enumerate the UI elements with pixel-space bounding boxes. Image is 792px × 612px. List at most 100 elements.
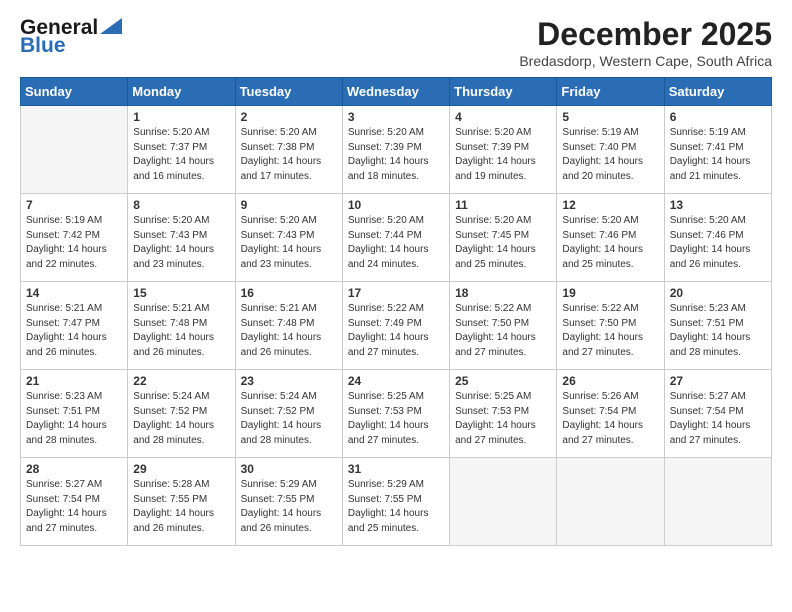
day-info: Sunrise: 5:27 AM Sunset: 7:54 PM Dayligh… xyxy=(670,390,766,448)
calendar-cell: 14 Sunrise: 5:21 AM Sunset: 7:47 PM Dayli… xyxy=(21,282,128,370)
calendar-cell: 25 Sunrise: 5:25 AM Sunset: 7:53 PM Dayli… xyxy=(450,370,557,458)
day-number: 4 xyxy=(455,110,551,124)
day-header-tuesday: Tuesday xyxy=(235,78,342,106)
day-info: Sunrise: 5:25 AM Sunset: 7:53 PM Dayligh… xyxy=(348,390,444,448)
day-header-wednesday: Wednesday xyxy=(342,78,449,106)
day-info: Sunrise: 5:20 AM Sunset: 7:44 PM Dayligh… xyxy=(348,214,444,272)
calendar-cell: 17Sunrise: 5:22 AM Sunset: 7:49 PM Dayli… xyxy=(342,282,449,370)
calendar-cell: 23 Sunrise: 5:24 AM Sunset: 7:52 PM Dayli… xyxy=(235,370,342,458)
day-info: Sunrise: 5:25 AM Sunset: 7:53 PM Dayligh… xyxy=(455,390,551,448)
calendar-cell: 24 Sunrise: 5:25 AM Sunset: 7:53 PM Dayli… xyxy=(342,370,449,458)
day-header-friday: Friday xyxy=(557,78,664,106)
day-info: Sunrise: 5:19 AM Sunset: 7:42 PM Dayligh… xyxy=(26,214,122,272)
day-info: Sunrise: 5:19 AM Sunset: 7:41 PM Dayligh… xyxy=(670,126,766,184)
day-info: Sunrise: 5:20 AM Sunset: 7:45 PM Dayligh… xyxy=(455,214,551,272)
day-number: 13 xyxy=(670,198,766,212)
day-info: Sunrise: 5:20 AM Sunset: 7:43 PM Dayligh… xyxy=(241,214,337,272)
calendar-cell: 31 Sunrise: 5:29 AM Sunset: 7:55 PM Dayli… xyxy=(342,458,449,546)
day-number: 23 xyxy=(241,374,337,388)
day-info: Sunrise: 5:22 AM Sunset: 7:50 PM Dayligh… xyxy=(455,302,551,360)
day-info: Sunrise: 5:29 AM Sunset: 7:55 PM Dayligh… xyxy=(348,478,444,536)
day-info: Sunrise: 5:22 AM Sunset: 7:50 PM Dayligh… xyxy=(562,302,658,360)
calendar-cell: 12Sunrise: 5:20 AM Sunset: 7:46 PM Dayli… xyxy=(557,194,664,282)
day-number: 5 xyxy=(562,110,658,124)
calendar-cell: 15Sunrise: 5:21 AM Sunset: 7:48 PM Dayli… xyxy=(128,282,235,370)
day-header-thursday: Thursday xyxy=(450,78,557,106)
calendar-cell xyxy=(557,458,664,546)
calendar-cell: 2 Sunrise: 5:20 AM Sunset: 7:38 PM Daylig… xyxy=(235,106,342,194)
day-info: Sunrise: 5:26 AM Sunset: 7:54 PM Dayligh… xyxy=(562,390,658,448)
day-info: Sunrise: 5:19 AM Sunset: 7:40 PM Dayligh… xyxy=(562,126,658,184)
calendar-week-5: 28 Sunrise: 5:27 AM Sunset: 7:54 PM Dayli… xyxy=(21,458,772,546)
day-number: 14 xyxy=(26,286,122,300)
calendar-cell: 13Sunrise: 5:20 AM Sunset: 7:46 PM Dayli… xyxy=(664,194,771,282)
day-number: 21 xyxy=(26,374,122,388)
calendar-cell: 19Sunrise: 5:22 AM Sunset: 7:50 PM Dayli… xyxy=(557,282,664,370)
day-number: 20 xyxy=(670,286,766,300)
calendar-cell xyxy=(450,458,557,546)
day-header-saturday: Saturday xyxy=(664,78,771,106)
day-number: 27 xyxy=(670,374,766,388)
calendar-header-row: SundayMondayTuesdayWednesdayThursdayFrid… xyxy=(21,78,772,106)
day-info: Sunrise: 5:24 AM Sunset: 7:52 PM Dayligh… xyxy=(133,390,229,448)
day-info: Sunrise: 5:28 AM Sunset: 7:55 PM Dayligh… xyxy=(133,478,229,536)
calendar-cell: 4 Sunrise: 5:20 AM Sunset: 7:39 PM Daylig… xyxy=(450,106,557,194)
day-number: 26 xyxy=(562,374,658,388)
day-number: 24 xyxy=(348,374,444,388)
day-number: 22 xyxy=(133,374,229,388)
calendar-cell: 8Sunrise: 5:20 AM Sunset: 7:43 PM Daylig… xyxy=(128,194,235,282)
day-info: Sunrise: 5:20 AM Sunset: 7:37 PM Dayligh… xyxy=(133,126,229,184)
calendar-cell: 29 Sunrise: 5:28 AM Sunset: 7:55 PM Dayli… xyxy=(128,458,235,546)
calendar-cell xyxy=(664,458,771,546)
calendar-week-1: 1 Sunrise: 5:20 AM Sunset: 7:37 PM Daylig… xyxy=(21,106,772,194)
calendar-cell: 26 Sunrise: 5:26 AM Sunset: 7:54 PM Dayli… xyxy=(557,370,664,458)
day-info: Sunrise: 5:22 AM Sunset: 7:49 PM Dayligh… xyxy=(348,302,444,360)
day-info: Sunrise: 5:29 AM Sunset: 7:55 PM Dayligh… xyxy=(241,478,337,536)
day-number: 8 xyxy=(133,198,229,212)
calendar-cell: 22 Sunrise: 5:24 AM Sunset: 7:52 PM Dayli… xyxy=(128,370,235,458)
day-number: 2 xyxy=(241,110,337,124)
day-info: Sunrise: 5:20 AM Sunset: 7:39 PM Dayligh… xyxy=(348,126,444,184)
day-number: 11 xyxy=(455,198,551,212)
day-info: Sunrise: 5:20 AM Sunset: 7:39 PM Dayligh… xyxy=(455,126,551,184)
calendar-cell: 18 Sunrise: 5:22 AM Sunset: 7:50 PM Dayli… xyxy=(450,282,557,370)
logo-blue: Blue xyxy=(20,34,66,58)
day-number: 31 xyxy=(348,462,444,476)
day-number: 9 xyxy=(241,198,337,212)
logo-icon xyxy=(100,18,122,34)
day-number: 16 xyxy=(241,286,337,300)
day-header-monday: Monday xyxy=(128,78,235,106)
day-number: 29 xyxy=(133,462,229,476)
calendar-cell: 28 Sunrise: 5:27 AM Sunset: 7:54 PM Dayli… xyxy=(21,458,128,546)
calendar-cell: 11 Sunrise: 5:20 AM Sunset: 7:45 PM Dayli… xyxy=(450,194,557,282)
day-info: Sunrise: 5:21 AM Sunset: 7:47 PM Dayligh… xyxy=(26,302,122,360)
day-number: 10 xyxy=(348,198,444,212)
day-info: Sunrise: 5:24 AM Sunset: 7:52 PM Dayligh… xyxy=(241,390,337,448)
day-info: Sunrise: 5:23 AM Sunset: 7:51 PM Dayligh… xyxy=(26,390,122,448)
day-number: 6 xyxy=(670,110,766,124)
calendar-cell: 5 Sunrise: 5:19 AM Sunset: 7:40 PM Daylig… xyxy=(557,106,664,194)
day-info: Sunrise: 5:27 AM Sunset: 7:54 PM Dayligh… xyxy=(26,478,122,536)
calendar-week-3: 14 Sunrise: 5:21 AM Sunset: 7:47 PM Dayli… xyxy=(21,282,772,370)
calendar-body: 1 Sunrise: 5:20 AM Sunset: 7:37 PM Daylig… xyxy=(21,106,772,546)
calendar-week-2: 7Sunrise: 5:19 AM Sunset: 7:42 PM Daylig… xyxy=(21,194,772,282)
day-info: Sunrise: 5:21 AM Sunset: 7:48 PM Dayligh… xyxy=(241,302,337,360)
day-number: 30 xyxy=(241,462,337,476)
day-number: 25 xyxy=(455,374,551,388)
day-number: 18 xyxy=(455,286,551,300)
calendar-cell: 16 Sunrise: 5:21 AM Sunset: 7:48 PM Dayli… xyxy=(235,282,342,370)
day-info: Sunrise: 5:23 AM Sunset: 7:51 PM Dayligh… xyxy=(670,302,766,360)
day-info: Sunrise: 5:20 AM Sunset: 7:38 PM Dayligh… xyxy=(241,126,337,184)
calendar-cell: 6 Sunrise: 5:19 AM Sunset: 7:41 PM Daylig… xyxy=(664,106,771,194)
day-number: 1 xyxy=(133,110,229,124)
location: Bredasdorp, Western Cape, South Africa xyxy=(519,53,772,69)
title-area: December 2025 Bredasdorp, Western Cape, … xyxy=(519,16,772,69)
day-number: 28 xyxy=(26,462,122,476)
calendar-cell: 9 Sunrise: 5:20 AM Sunset: 7:43 PM Daylig… xyxy=(235,194,342,282)
calendar-cell: 21 Sunrise: 5:23 AM Sunset: 7:51 PM Dayli… xyxy=(21,370,128,458)
day-info: Sunrise: 5:21 AM Sunset: 7:48 PM Dayligh… xyxy=(133,302,229,360)
page-header: General Blue December 2025 Bredasdorp, W… xyxy=(20,16,772,69)
calendar-week-4: 21 Sunrise: 5:23 AM Sunset: 7:51 PM Dayli… xyxy=(21,370,772,458)
calendar-cell: 20 Sunrise: 5:23 AM Sunset: 7:51 PM Dayli… xyxy=(664,282,771,370)
day-header-sunday: Sunday xyxy=(21,78,128,106)
